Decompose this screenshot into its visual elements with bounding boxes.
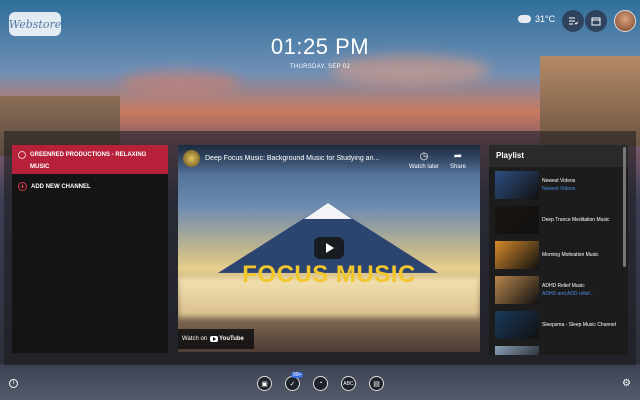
bottom-dock: ▣ ✓ ◔ ABC ▤ (0, 372, 640, 396)
playlist-item-text: Sleepsma - Sleep Music Channel (542, 321, 626, 329)
cloud-icon (518, 15, 531, 23)
playlist-heading: Playlist (489, 145, 628, 167)
tasks-icon (569, 17, 578, 25)
photos-button[interactable]: ▣ (257, 376, 272, 391)
video-overlay-text: FOCUS MUSIC (242, 261, 416, 288)
playlist-item-title: Morning Motivation Music (542, 252, 599, 258)
playlist-item-title: Deep Trance Meditation Music (542, 217, 610, 223)
photos-icon: ▣ (261, 380, 268, 388)
speed-test-button[interactable]: ◔ (313, 376, 328, 391)
playlist-thumbnail (495, 346, 539, 355)
weather-temp: 31°C (535, 14, 556, 24)
channel-list: GREENRED PRODUCTIONS - RELAXING MUSIC + … (12, 145, 168, 353)
watch-later-label: Watch later (408, 164, 440, 170)
share-icon: ➦ (453, 151, 463, 162)
playlist-item-subtitle: Newest Videos (542, 186, 576, 192)
youtube-logo: YouTube (210, 336, 244, 342)
calendar-icon (591, 17, 601, 26)
logo-text: Webstore (8, 17, 62, 31)
video-player[interactable]: FOCUS MUSIC Deep Focus Music: Background… (178, 145, 480, 352)
clock: 01:25 PM THURSDAY, SEP 02 (0, 34, 640, 70)
share-button[interactable]: ➦ Share (440, 151, 476, 170)
check-icon: ✓ (289, 380, 296, 388)
speedometer-icon: ◔ (318, 380, 323, 387)
youtube-label: YouTube (219, 336, 244, 342)
clock-icon: ◷ (419, 151, 429, 162)
playlist-thumbnail (495, 311, 539, 339)
playlist-item-subtitle: ADHD and ADD relief... (542, 291, 594, 297)
channel-avatar[interactable] (183, 150, 200, 167)
playlist-item-title: Newest Videos (542, 178, 576, 184)
playlist-item-text: Morning Motivation Music (542, 251, 626, 259)
plus-icon: + (18, 182, 27, 191)
playlist-item-text: Newest Videos Newest Videos (542, 177, 626, 193)
calendar-button[interactable] (585, 10, 607, 32)
playlist-scrollbar[interactable] (623, 147, 626, 267)
youtube-icon (210, 336, 219, 342)
playlist-item[interactable]: ADHD Relief Music ADHD and ADD relief... (495, 274, 628, 306)
video-title[interactable]: Deep Focus Music: Background Music for S… (205, 155, 405, 162)
watch-on-label: Watch on (182, 336, 208, 342)
notes-icon: ▤ (373, 380, 380, 388)
playlist-item-title: Sleepsma - Sleep Music Channel (542, 322, 616, 328)
playlist-item-text: Deep Trance Meditation Music (542, 216, 626, 224)
share-label: Share (449, 164, 466, 170)
play-icon (326, 243, 334, 253)
add-channel-label: ADD NEW CHANNEL (31, 183, 91, 190)
playlist-thumbnail (495, 171, 539, 199)
playlist-item[interactable]: Morning Motivation Music (495, 239, 628, 271)
playlist-thumbnail (495, 241, 539, 269)
channel-label: GREENRED PRODUCTIONS - RELAXING MUSIC (30, 152, 147, 170)
notes-button[interactable]: ▤ (369, 376, 384, 391)
playlist-item[interactable]: Newest Videos Newest Videos (495, 169, 628, 201)
watch-later-button[interactable]: ◷ Watch later (406, 151, 442, 170)
mountain-snowcap (304, 203, 352, 219)
playlist-item[interactable]: Sleepsma - Sleep Music Channel (495, 309, 628, 341)
info-icon[interactable]: i (9, 379, 18, 388)
playlist-item-title: ADHD Relief Music (542, 283, 585, 289)
background-cloud (120, 70, 240, 95)
gear-icon[interactable]: ⚙ (622, 378, 631, 389)
todo-button[interactable]: ✓ (285, 376, 300, 391)
play-button[interactable] (314, 237, 344, 259)
watch-on-youtube-button[interactable]: Watch on YouTube (178, 329, 254, 349)
playlist-thumbnail (495, 206, 539, 234)
tasks-button[interactable] (562, 10, 584, 32)
playlist-thumbnail (495, 276, 539, 304)
todo-count-badge: 99+ (291, 372, 304, 378)
playlist-item[interactable]: Relaxing Study Music for Productivity (495, 344, 628, 355)
channel-icon (18, 151, 26, 159)
weather-widget[interactable]: 31°C (518, 14, 555, 24)
clock-time: 01:25 PM (270, 34, 370, 59)
add-channel-button[interactable]: + ADD NEW CHANNEL (12, 174, 168, 199)
user-avatar[interactable] (614, 10, 636, 32)
playlist-item[interactable]: Deep Trance Meditation Music (495, 204, 628, 236)
app-logo[interactable]: Webstore (9, 12, 61, 36)
dictionary-button[interactable]: ABC (341, 376, 356, 391)
abc-icon: ABC (343, 380, 354, 387)
clock-date: THURSDAY, SEP 02 (289, 64, 351, 70)
channel-item-active[interactable]: GREENRED PRODUCTIONS - RELAXING MUSIC (12, 145, 168, 174)
playlist: Playlist Newest Videos Newest Videos Deep … (489, 145, 628, 355)
playlist-item-text: ADHD Relief Music ADHD and ADD relief... (542, 282, 626, 298)
